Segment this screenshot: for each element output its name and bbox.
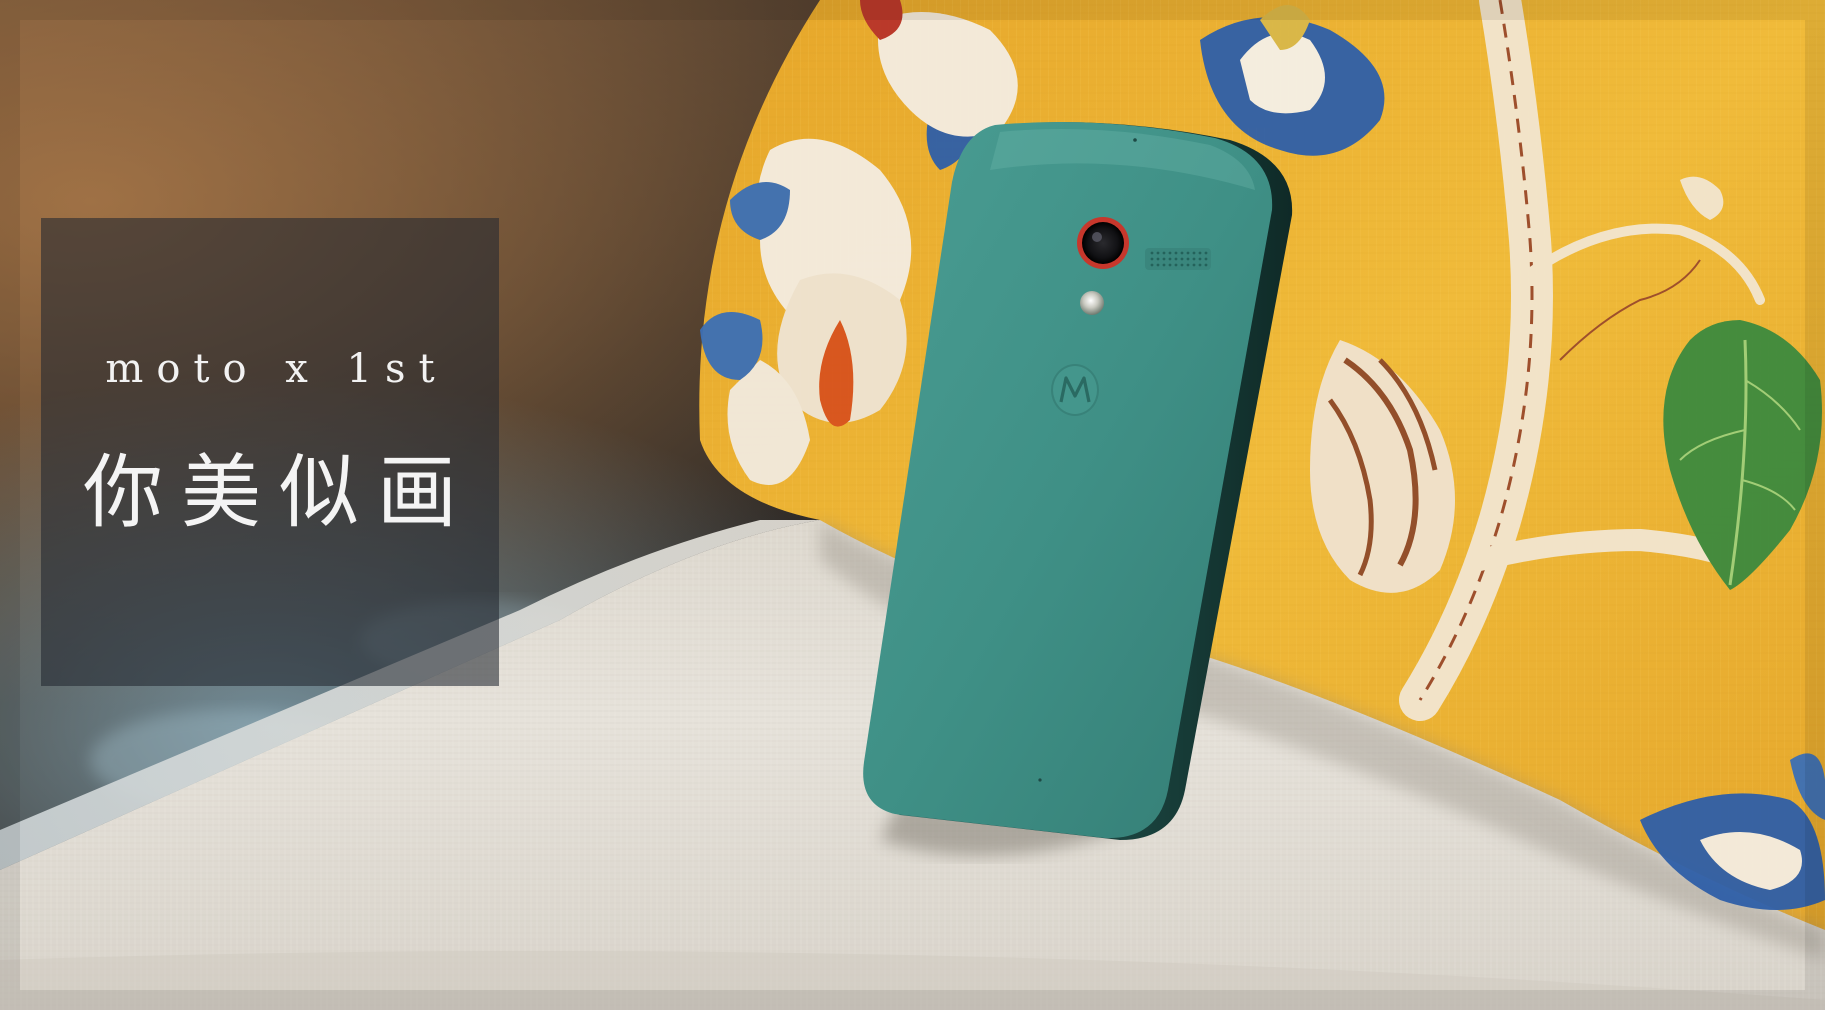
caption-subtitle: moto x 1st [105, 346, 448, 392]
caption-title: 你美似画 [83, 446, 475, 539]
photo-scene: moto x 1st 你美似画 [0, 0, 1825, 1010]
caption-panel: moto x 1st 你美似画 [41, 218, 499, 686]
